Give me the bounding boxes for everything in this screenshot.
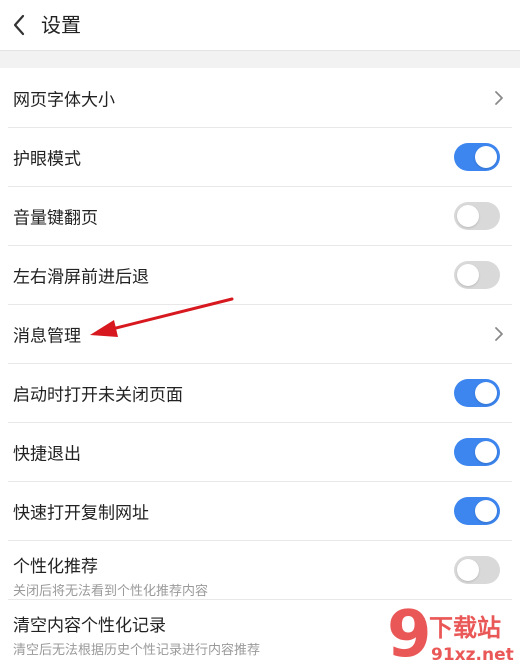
open-copied-url-toggle[interactable] <box>454 496 500 525</box>
watermark-domain: 91xz.net <box>431 645 514 665</box>
setting-label: 启动时打开未关闭页面 <box>13 385 183 405</box>
site-watermark: 9 下载站 91xz.net <box>387 600 514 665</box>
watermark-brand: 下载站 <box>429 614 501 642</box>
back-button[interactable] <box>6 10 36 40</box>
toggle-knob <box>457 558 479 581</box>
personalized-recommendation-toggle[interactable] <box>454 555 500 584</box>
volume-key-page-turn-toggle[interactable] <box>454 201 500 230</box>
toggle-knob <box>475 145 497 168</box>
page-title: 设置 <box>41 13 81 37</box>
setting-label: 清空内容个性化记录 <box>13 616 166 636</box>
watermark-logo: 9 <box>387 600 432 665</box>
setting-swipe-navigation: 左右滑屏前进后退 <box>0 245 520 304</box>
restore-pages-toggle[interactable] <box>454 378 500 407</box>
setting-font-size[interactable]: 网页字体大小 <box>0 68 520 127</box>
chevron-left-icon <box>13 14 25 36</box>
setting-eye-protection: 护眼模式 <box>0 127 520 186</box>
setting-label: 左右滑屏前进后退 <box>13 267 149 287</box>
setting-label: 音量键翻页 <box>13 208 98 228</box>
toggle-knob <box>475 381 497 404</box>
setting-label: 快速打开复制网址 <box>13 503 149 523</box>
chevron-right-icon <box>495 90 503 105</box>
setting-restore-pages: 启动时打开未关闭页面 <box>0 363 520 422</box>
setting-personalized-recommendation: 个性化推荐 关闭后将无法看到个性化推荐内容 <box>0 540 520 599</box>
setting-quick-exit: 快捷退出 <box>0 422 520 481</box>
swipe-navigation-toggle[interactable] <box>454 260 500 289</box>
setting-description: 关闭后将无法看到个性化推荐内容 <box>13 584 209 599</box>
settings-list: 网页字体大小 护眼模式 音量键翻页 左右滑屏前进后退 消息管理 启动时打开未关闭… <box>0 68 520 665</box>
toggle-knob <box>457 204 479 227</box>
setting-description: 清空后无法根据历史个性记录进行内容推荐 <box>13 643 261 658</box>
setting-message-management[interactable]: 消息管理 <box>0 304 520 363</box>
quick-exit-toggle[interactable] <box>454 437 500 466</box>
eye-protection-toggle[interactable] <box>454 142 500 171</box>
toggle-knob <box>475 499 497 522</box>
setting-label: 网页字体大小 <box>13 90 115 110</box>
toggle-knob <box>475 440 497 463</box>
setting-label: 个性化推荐 <box>13 557 98 577</box>
setting-label: 快捷退出 <box>13 444 81 464</box>
setting-label: 消息管理 <box>13 326 81 346</box>
setting-label: 护眼模式 <box>13 149 81 169</box>
setting-volume-key-page-turn: 音量键翻页 <box>0 186 520 245</box>
toggle-knob <box>457 263 479 286</box>
header-bar: 设置 <box>0 0 520 51</box>
chevron-right-icon <box>495 326 503 341</box>
setting-open-copied-url: 快速打开复制网址 <box>0 481 520 540</box>
